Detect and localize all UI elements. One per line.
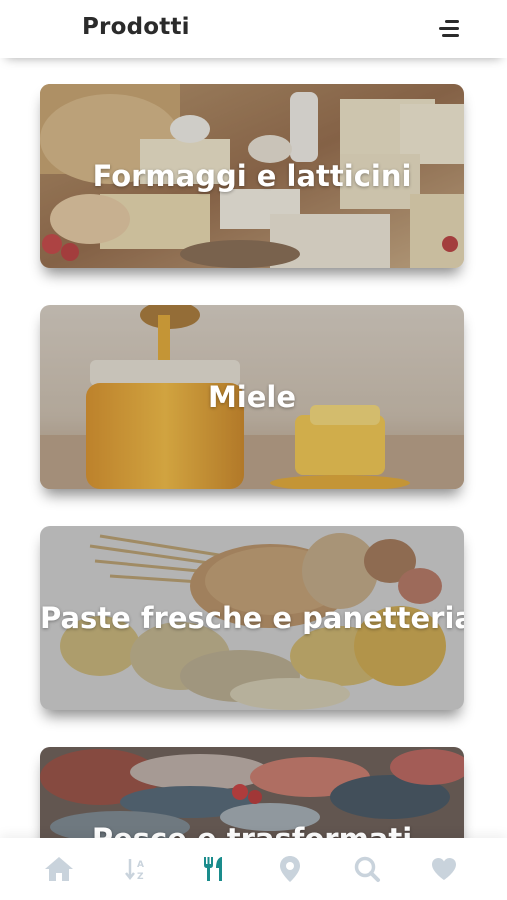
sort-icon: A Z <box>125 859 144 882</box>
nav-search[interactable] <box>350 852 384 886</box>
app-screen: Prodotti Formaggi e latticini Miele Past… <box>0 0 507 900</box>
nav-sort[interactable]: A Z <box>120 852 154 886</box>
menu-icon <box>445 20 459 23</box>
category-list[interactable]: Formaggi e latticini Miele Paste fresche… <box>0 58 507 838</box>
heart-icon <box>432 858 456 880</box>
page-title: Prodotti <box>82 14 190 40</box>
category-label: Formaggi e latticini <box>92 159 412 193</box>
top-bar: Prodotti <box>0 0 507 58</box>
category-label: Paste fresche e panetteria <box>40 601 464 635</box>
menu-icon-line <box>442 34 459 37</box>
menu-icon-line <box>439 27 459 30</box>
category-label: Miele <box>207 380 297 414</box>
category-card-formaggi[interactable]: Formaggi e latticini <box>40 84 464 268</box>
nav-map[interactable] <box>273 852 307 886</box>
search-icon <box>354 856 380 882</box>
map-pin-icon <box>280 856 300 882</box>
category-card-miele[interactable]: Miele <box>40 305 464 489</box>
nav-favorites[interactable] <box>427 852 461 886</box>
svg-text:A: A <box>137 860 144 870</box>
category-card-paste[interactable]: Paste fresche e panetteria <box>40 526 464 710</box>
svg-text:Z: Z <box>137 872 144 882</box>
category-label: Pesce e trasformati <box>40 822 464 838</box>
nav-products[interactable] <box>197 852 231 886</box>
menu-button[interactable] <box>433 16 459 42</box>
home-icon <box>45 857 73 881</box>
utensils-icon <box>204 857 222 881</box>
category-card-pesce[interactable]: Pesce e trasformati <box>40 747 464 838</box>
bottom-navigation: A Z <box>0 838 507 900</box>
nav-home[interactable] <box>42 852 76 886</box>
